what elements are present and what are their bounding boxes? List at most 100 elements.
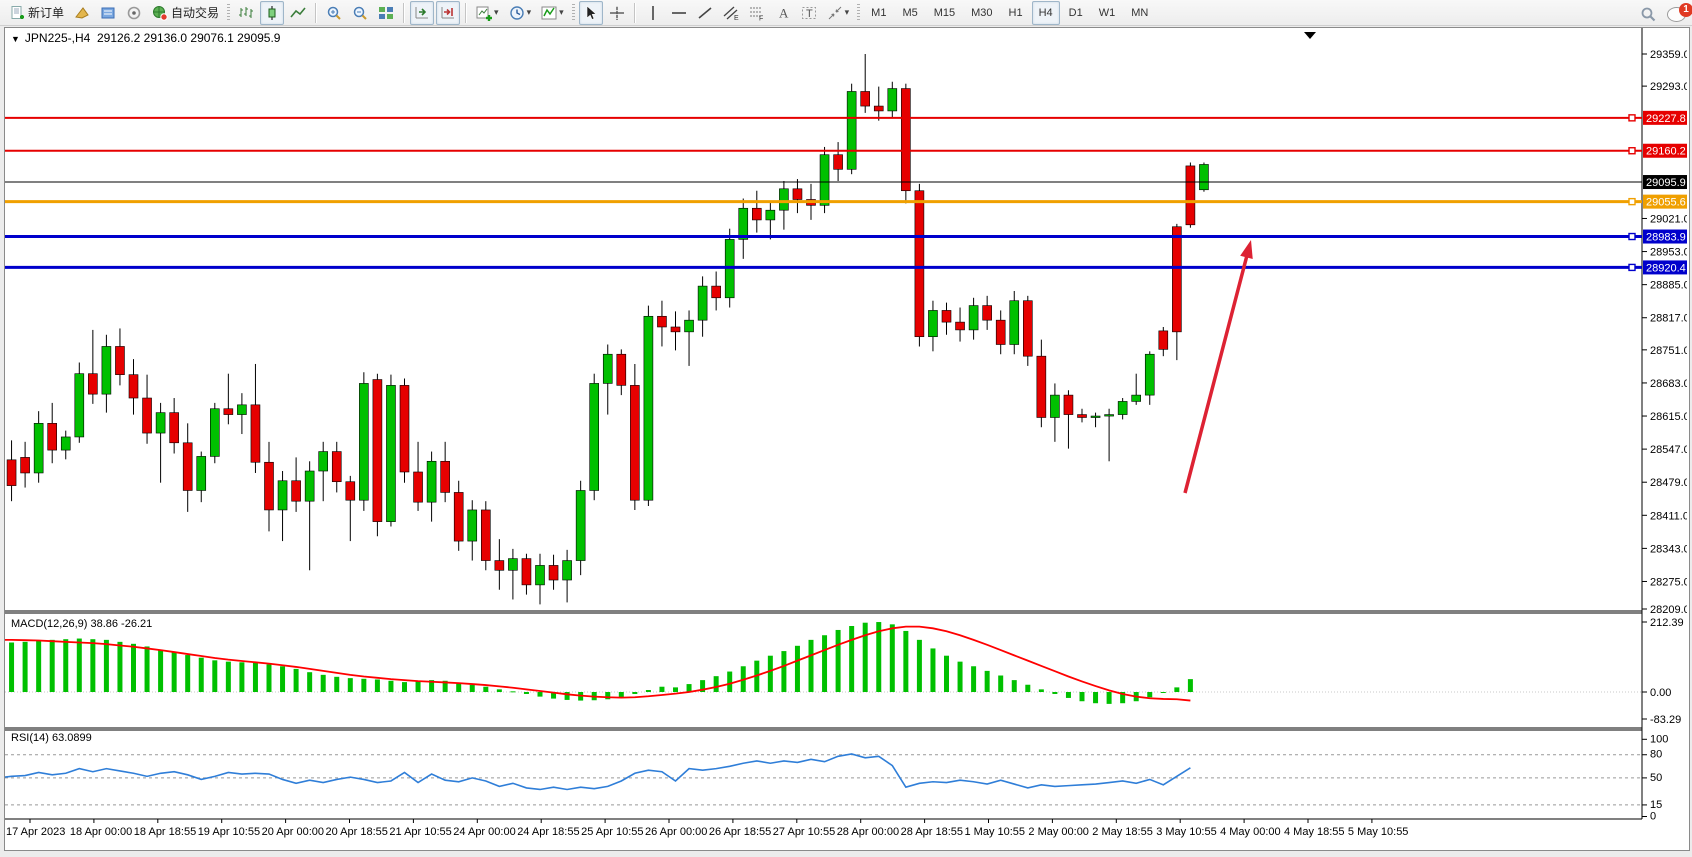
line-chart-button[interactable] xyxy=(286,1,310,25)
bear-candle xyxy=(481,510,490,561)
svg-text:E: E xyxy=(734,15,739,21)
profiles-dropdown[interactable]: ▾ xyxy=(505,1,536,25)
toolbar-drag-handle[interactable] xyxy=(857,4,860,22)
bear-candle xyxy=(143,398,152,433)
toolbar-drag-handle[interactable] xyxy=(572,4,575,22)
channel-button[interactable]: E xyxy=(719,1,743,25)
horizontal-line-button[interactable] xyxy=(667,1,691,25)
bear-candle xyxy=(454,492,463,541)
timeframe-button-m15[interactable]: M15 xyxy=(927,1,962,25)
bear-candle xyxy=(1023,301,1032,356)
macd-histogram-bar xyxy=(714,676,719,692)
search-button[interactable] xyxy=(1636,2,1660,26)
text-button[interactable]: A xyxy=(771,1,795,25)
macd-histogram-bar xyxy=(416,681,421,692)
macd-histogram-bar xyxy=(890,624,895,692)
navigator-button[interactable] xyxy=(122,1,146,25)
trend-arrow[interactable] xyxy=(1185,240,1253,493)
text-label-button[interactable]: T xyxy=(797,1,821,25)
time-axis[interactable]: 17 Apr 202318 Apr 00:0018 Apr 18:5519 Ap… xyxy=(6,819,1408,838)
crosshair-icon xyxy=(609,5,625,21)
indicators-dropdown[interactable]: ▾ xyxy=(537,1,568,25)
macd-histogram-bar xyxy=(565,692,570,700)
macd-histogram-bar xyxy=(1147,692,1152,697)
vertical-line-button[interactable] xyxy=(641,1,665,25)
autotrading-button[interactable]: 自动交易 xyxy=(148,1,223,25)
chart-type-group: ▾ ▾ ▾ xyxy=(233,1,569,25)
arrow-shaft[interactable] xyxy=(1185,250,1248,493)
macd-histogram-bar xyxy=(849,626,854,692)
macd-histogram-bar xyxy=(145,646,150,692)
timeframe-button-h1[interactable]: H1 xyxy=(1002,1,1030,25)
price-tag-label: 28920.4 xyxy=(1646,262,1686,274)
bull-candle xyxy=(1010,301,1019,345)
bear-candle xyxy=(671,327,680,332)
macd-histogram-bar xyxy=(497,689,502,692)
bull-candle xyxy=(61,437,70,450)
new-chart-dropdown[interactable]: ▾ xyxy=(472,1,503,25)
macd-histogram-bar xyxy=(361,679,366,692)
line-handle-marker[interactable] xyxy=(1629,148,1635,154)
fibonacci-button[interactable]: F xyxy=(745,1,769,25)
zoom-in-icon xyxy=(326,5,342,21)
price-tick-label: 29021.0 xyxy=(1650,213,1687,225)
macd-histogram-bar xyxy=(971,666,976,692)
timeframe-button-m1[interactable]: M1 xyxy=(864,1,893,25)
zoom-out-button[interactable] xyxy=(348,1,372,25)
rsi-pane: 1008050150 xyxy=(5,733,1668,822)
market-watch-button[interactable] xyxy=(70,1,94,25)
timeframe-button-d1[interactable]: D1 xyxy=(1062,1,1090,25)
timeframe-button-h4[interactable]: H4 xyxy=(1032,1,1060,25)
price-tick-label: 28547.0 xyxy=(1650,444,1687,456)
macd-histogram-bar xyxy=(388,681,393,692)
time-tick-label: 25 Apr 10:55 xyxy=(581,826,643,838)
timeframe-group: M1M5M15M30H1H4D1W1MN xyxy=(863,1,1156,25)
chart-canvas[interactable]: 29359.029293.029021.028953.028885.028817… xyxy=(5,28,1687,848)
bear-candle xyxy=(874,106,883,111)
macd-histogram-bar xyxy=(1025,685,1030,692)
trendline-button[interactable] xyxy=(693,1,717,25)
macd-histogram-bar xyxy=(23,642,28,692)
auto-scroll-button[interactable] xyxy=(410,1,434,25)
timeframe-button-m30[interactable]: M30 xyxy=(964,1,999,25)
price-tick-label: 28615.0 xyxy=(1650,411,1687,423)
cursor-button[interactable] xyxy=(579,1,603,25)
macd-histogram-bar xyxy=(483,687,488,692)
equidistant-channel-icon: E xyxy=(723,5,739,21)
new-order-button[interactable]: 新订单 xyxy=(5,1,68,25)
line-handle-marker[interactable] xyxy=(1629,115,1635,121)
candlestick-button[interactable] xyxy=(260,1,284,25)
macd-histogram-bar xyxy=(280,666,285,692)
macd-histogram-bar xyxy=(510,691,515,692)
candlestick-icon xyxy=(264,5,280,21)
line-handle-marker[interactable] xyxy=(1629,199,1635,205)
price-tag-label: 29055.6 xyxy=(1646,197,1686,209)
bar-chart-button[interactable] xyxy=(234,1,258,25)
rsi-scale-label: 50 xyxy=(1650,772,1662,784)
crosshair-button[interactable] xyxy=(605,1,629,25)
price-tick-label: 28479.0 xyxy=(1650,477,1687,489)
chart-shift-button[interactable] xyxy=(436,1,460,25)
line-handle-marker[interactable] xyxy=(1629,234,1635,240)
data-window-button[interactable] xyxy=(96,1,120,25)
notifications-button[interactable]: 1 xyxy=(1667,7,1686,22)
macd-scale-label: 0.00 xyxy=(1650,687,1671,699)
time-tick-label: 20 Apr 18:55 xyxy=(326,826,388,838)
timeframe-button-w1[interactable]: W1 xyxy=(1092,1,1123,25)
bull-candle xyxy=(75,374,84,437)
shapes-dropdown[interactable]: ▾ xyxy=(823,1,854,25)
bear-candle xyxy=(1037,356,1046,417)
bull-candle xyxy=(820,155,829,206)
price-axis[interactable]: 29359.029293.029021.028953.028885.028817… xyxy=(1642,49,1687,616)
zoom-in-button[interactable] xyxy=(322,1,346,25)
dropdown-triangle-icon[interactable] xyxy=(1304,32,1316,39)
tile-windows-button[interactable] xyxy=(374,1,398,25)
bull-candle xyxy=(766,210,775,220)
bear-candle xyxy=(88,374,97,394)
bear-candle xyxy=(1159,331,1168,349)
bear-candle xyxy=(400,385,409,472)
timeframe-button-m5[interactable]: M5 xyxy=(895,1,924,25)
toolbar-drag-handle[interactable] xyxy=(227,4,230,22)
line-handle-marker[interactable] xyxy=(1629,264,1635,270)
timeframe-button-mn[interactable]: MN xyxy=(1124,1,1155,25)
